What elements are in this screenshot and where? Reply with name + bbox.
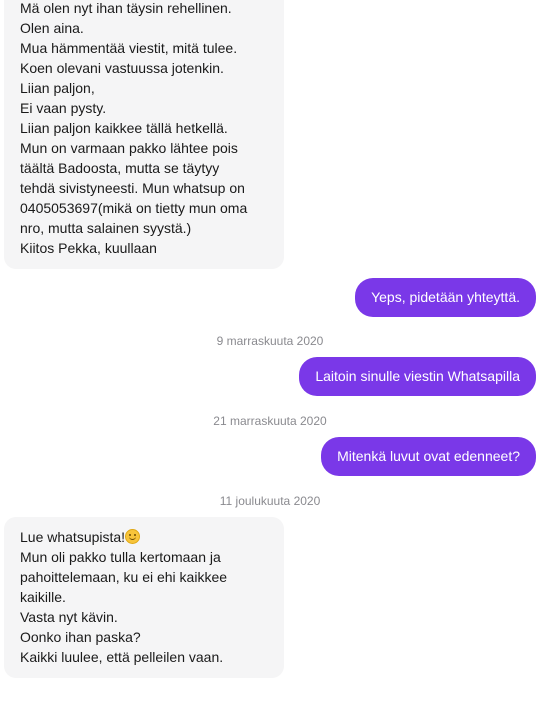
message-line-text: Lue whatsupista! — [20, 529, 126, 545]
message-line: Mä olen nyt ihan täysin rehellinen. — [20, 0, 232, 16]
message-line: Kiitos Pekka, kuullaan — [20, 240, 157, 256]
message-line: Liian paljon, — [20, 80, 95, 96]
smiling-face-icon — [125, 529, 141, 544]
message-line: pahoittelemaan, ku ei ehi kaikkee — [20, 569, 228, 585]
message-line: Koen olevani vastuussa jotenkin. — [20, 60, 224, 76]
date-separator: 11 joulukuuta 2020 — [219, 494, 321, 508]
message-line: Olen aina. — [20, 20, 84, 36]
incoming-message[interactable]: Mä olen nyt ihan täysin rehellinen. Olen… — [4, 0, 284, 269]
message-line: Oonko ihan paska? — [20, 629, 141, 645]
incoming-message[interactable]: Lue whatsupista! Mun oli pakko tulla ker… — [4, 517, 284, 678]
message-line: Lue whatsupista! — [20, 527, 268, 547]
outgoing-message[interactable]: Laitoin sinulle viestin Whatsapilla — [299, 357, 536, 396]
message-line: Mun oli pakko tulla kertomaan ja — [20, 549, 221, 565]
date-separator: 21 marraskuuta 2020 — [213, 414, 327, 428]
message-line: kaikille. — [20, 589, 66, 605]
message-text: Laitoin sinulle viestin Whatsapilla — [315, 368, 520, 384]
message-line: Mua hämmentää viestit, mitä tulee. — [20, 40, 238, 56]
message-text: Yeps, pidetään yhteyttä. — [371, 289, 520, 305]
message-line: täältä Badoosta, mutta se täytyy — [20, 160, 220, 176]
chat-thread: Mä olen nyt ihan täysin rehellinen. Olen… — [0, 0, 552, 706]
date-separator: 9 marraskuuta 2020 — [216, 334, 324, 348]
outgoing-message[interactable]: Yeps, pidetään yhteyttä. — [355, 278, 536, 317]
message-line: Kaikki luulee, että pelleilen vaan. — [20, 649, 224, 665]
message-text: Mitenkä luvut ovat edenneet? — [337, 448, 520, 464]
message-line: Ei vaan pysty. — [20, 100, 107, 116]
message-line: nro, mutta salainen syystä.) — [20, 220, 192, 236]
outgoing-message[interactable]: Mitenkä luvut ovat edenneet? — [321, 437, 536, 476]
message-line: Liian paljon kaikkee tällä hetkellä. — [20, 120, 228, 136]
message-line: Vasta nyt kävin. — [20, 609, 118, 625]
message-line: Mun on varmaan pakko lähtee pois — [20, 140, 238, 156]
message-line: tehdä sivistyneesti. Mun whatsup on — [20, 180, 245, 196]
message-line: 0405053697(mikä on tietty mun oma — [20, 200, 248, 216]
